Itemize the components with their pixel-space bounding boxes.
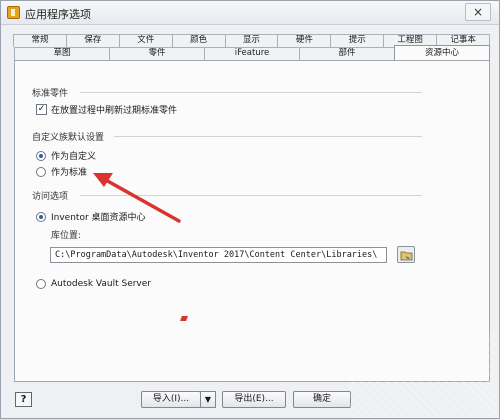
help-button[interactable]: ? [15,392,32,407]
dialog-title: 应用程序选项 [25,8,91,21]
tab-sketch[interactable]: 草图 [14,47,110,60]
divider [80,195,422,196]
tab-content-center[interactable]: 资源中心 [394,45,490,60]
tab-file[interactable]: 文件 [118,34,173,47]
title-bar: 应用程序选项 × [1,1,499,25]
radio-inventor-desktop[interactable]: Inventor 桌面资源中心 [36,210,146,223]
refresh-checkbox-label: 在放置过程中刷新过期标准零件 [51,106,178,116]
app-icon [7,6,20,19]
tab-save[interactable]: 保存 [65,34,120,47]
radio-as-standard[interactable]: 作为标准 [36,165,87,178]
radio-as-custom-button[interactable] [36,150,46,161]
radio-as-custom-label: 作为自定义 [51,152,97,162]
tab-colors[interactable]: 颜色 [171,34,226,47]
close-button[interactable]: × [465,3,491,21]
export-button[interactable]: 导出(E)... [222,391,286,408]
tab-hardware[interactable]: 硬件 [277,34,332,47]
radio-as-standard-button[interactable] [36,166,46,177]
divider [114,136,422,137]
import-button[interactable]: 导入(I)... [141,391,201,408]
divider [80,92,422,93]
refresh-checkbox[interactable]: ✓ [36,104,47,115]
tab-display[interactable]: 显示 [224,34,279,47]
access-options-title: 访问选项 [32,192,69,202]
library-location-label: 库位置: [51,231,82,241]
radio-as-custom[interactable]: 作为自定义 [36,149,96,162]
radio-as-standard-label: 作为标准 [51,168,88,178]
radio-inventor-desktop-button[interactable] [36,211,46,222]
radio-vault-server-label: Autodesk Vault Server [51,279,151,289]
tab-general[interactable]: 常规 [13,34,67,47]
ok-button[interactable]: 确定 [293,391,351,408]
refresh-checkbox-row[interactable]: ✓ 在放置过程中刷新过期标准零件 [36,103,177,116]
browse-button[interactable] [397,246,415,263]
application-options-dialog: 应用程序选项 × 常规 保存 文件 颜色 显示 硬件 提示 工程图 记事本 草图… [0,0,500,419]
standard-parts-title: 标准零件 [32,89,69,99]
import-dropdown-chevron-down-icon[interactable]: ▼ [200,391,216,408]
tab-part[interactable]: 零件 [109,47,205,60]
radio-inventor-desktop-label: Inventor 桌面资源中心 [51,213,146,223]
tab-assembly[interactable]: 部件 [299,47,395,60]
content-center-panel: 标准零件 ✓ 在放置过程中刷新过期标准零件 自定义族默认设置 作为自定义 作为标… [14,60,490,382]
radio-vault-server-button[interactable] [36,279,46,289]
custom-family-title: 自定义族默认设置 [32,133,105,143]
library-path-input[interactable]: C:\ProgramData\Autodesk\Inventor 2017\Co… [50,247,387,263]
tab-prompts[interactable]: 提示 [330,34,385,47]
folder-icon [400,251,413,261]
radio-vault-server[interactable]: Autodesk Vault Server [36,279,151,289]
tab-row-2: 草图 零件 iFeature 部件 资源中心 [14,45,490,60]
tab-ifeature[interactable]: iFeature [204,47,300,60]
